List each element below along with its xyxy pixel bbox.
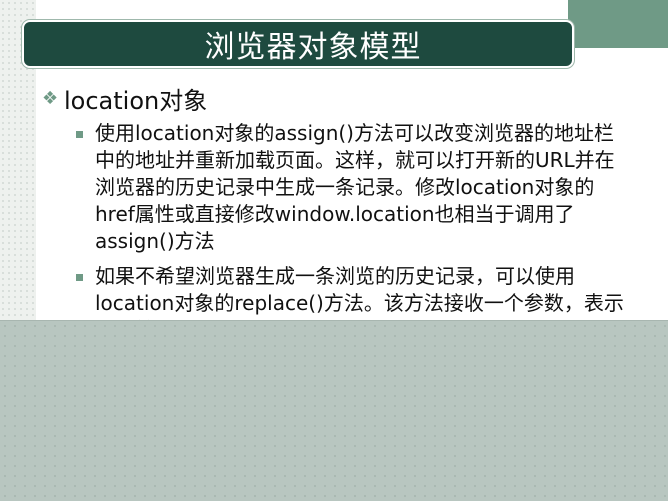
diamond-bullet-icon: ❖ (42, 87, 59, 109)
square-bullet-icon (76, 131, 83, 138)
top-white-strip (36, 0, 568, 18)
slide-title: 浏览器对象模型 (204, 30, 422, 65)
top-right-accent-block (568, 0, 668, 48)
section-heading: ❖ location对象 (42, 82, 632, 115)
slide-title-bar: 浏览器对象模型 (22, 20, 574, 68)
section-heading-text: location对象 (64, 86, 208, 115)
paragraph-1: 使用location对象的assign()方法可以改变浏览器的地址栏中的地址并重… (95, 121, 615, 253)
list-item: 使用location对象的assign()方法可以改变浏览器的地址栏中的地址并重… (76, 120, 632, 255)
square-bullet-icon (76, 274, 83, 281)
slide-content: ❖ location对象 使用location对象的assign()方法可以改变… (42, 82, 632, 344)
bottom-overlay-panel (0, 320, 668, 501)
